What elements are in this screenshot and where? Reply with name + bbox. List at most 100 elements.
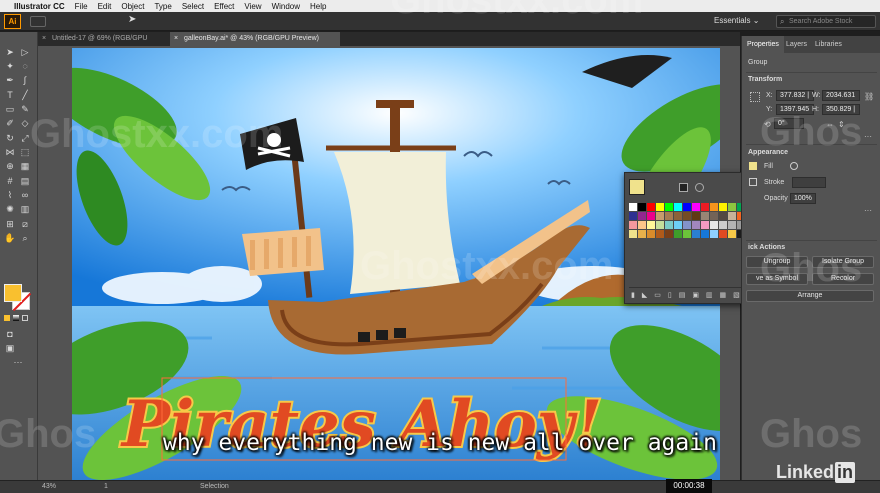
perspective-grid-tool-icon[interactable]: ▦ bbox=[19, 160, 31, 172]
color-swatch[interactable] bbox=[701, 212, 709, 220]
stroke-weight-field[interactable] bbox=[792, 177, 826, 188]
save-as-symbol-button[interactable]: ve as Symbol bbox=[746, 273, 808, 285]
shape-builder-tool-icon[interactable]: ⊕ bbox=[4, 160, 16, 172]
angle-field[interactable]: 0° bbox=[774, 118, 804, 129]
default-colors-icon[interactable] bbox=[4, 284, 10, 290]
eyedropper-tool-icon[interactable]: ⌇ bbox=[4, 189, 16, 201]
color-swatch[interactable] bbox=[692, 203, 700, 211]
doc-arrange-icon[interactable] bbox=[30, 16, 46, 27]
color-swatch[interactable] bbox=[638, 203, 646, 211]
color-swatch[interactable] bbox=[728, 230, 736, 238]
tab-untitled-17[interactable]: ×Untitled-17 @ 69% (RGB/GPU Preview) bbox=[38, 32, 170, 56]
tab-properties[interactable]: Properties bbox=[742, 36, 784, 53]
color-swatch[interactable] bbox=[683, 203, 691, 211]
pen-tool-icon[interactable]: ✒ bbox=[4, 74, 16, 86]
color-swatch[interactable] bbox=[701, 230, 709, 238]
app-menu[interactable]: Illustrator CC bbox=[14, 2, 65, 11]
y-field[interactable]: 1397.945 bbox=[776, 104, 814, 115]
color-swatch[interactable] bbox=[692, 221, 700, 229]
color-swatch[interactable] bbox=[656, 212, 664, 220]
magic-wand-tool-icon[interactable]: ✦ bbox=[4, 60, 16, 72]
symbol-sprayer-tool-icon[interactable]: ✺ bbox=[4, 203, 16, 215]
scale-tool-icon[interactable]: ⤢ bbox=[19, 132, 31, 144]
menu-type[interactable]: Type bbox=[154, 2, 171, 11]
color-mode-icon[interactable] bbox=[4, 315, 10, 321]
screen-mode-icon[interactable]: ▣ bbox=[4, 342, 16, 354]
color-swatch[interactable] bbox=[629, 230, 637, 238]
color-swatch[interactable] bbox=[638, 212, 646, 220]
menu-view[interactable]: View bbox=[244, 2, 261, 11]
color-swatch[interactable] bbox=[710, 230, 718, 238]
tab-layers[interactable]: Layers bbox=[781, 36, 812, 53]
gradient-tool-icon[interactable]: ▤ bbox=[19, 175, 31, 187]
more-tools-icon[interactable]: ··· bbox=[12, 356, 24, 368]
slice-tool-icon[interactable]: ⧄ bbox=[19, 218, 31, 230]
tab-libraries[interactable]: Libraries bbox=[810, 36, 847, 53]
eraser-tool-icon[interactable]: ◇ bbox=[19, 117, 31, 129]
color-swatch[interactable] bbox=[692, 212, 700, 220]
color-swatch[interactable] bbox=[710, 212, 718, 220]
color-swatch[interactable] bbox=[710, 203, 718, 211]
h-field[interactable]: 350.829 | bbox=[822, 104, 860, 115]
color-swatch[interactable] bbox=[665, 221, 673, 229]
color-swatch[interactable] bbox=[629, 221, 637, 229]
rotate-tool-icon[interactable]: ↻ bbox=[4, 132, 16, 144]
menu-select[interactable]: Select bbox=[182, 2, 204, 11]
color-swatch[interactable] bbox=[656, 203, 664, 211]
menu-help[interactable]: Help bbox=[310, 2, 326, 11]
color-swatch[interactable] bbox=[638, 230, 646, 238]
color-swatch[interactable] bbox=[665, 212, 673, 220]
color-swatch[interactable] bbox=[656, 221, 664, 229]
paintbrush-tool-icon[interactable]: ✎ bbox=[19, 103, 31, 115]
recolor-button[interactable]: Recolor bbox=[812, 273, 874, 285]
flip-vertical-icon[interactable]: ⇕ bbox=[838, 120, 845, 129]
color-swatch[interactable] bbox=[701, 203, 709, 211]
color-swatch[interactable] bbox=[692, 230, 700, 238]
color-swatch[interactable] bbox=[701, 221, 709, 229]
color-swatch[interactable] bbox=[710, 221, 718, 229]
color-swatch[interactable] bbox=[728, 221, 736, 229]
column-graph-tool-icon[interactable]: ▥ bbox=[19, 203, 31, 215]
color-swatch[interactable] bbox=[719, 203, 727, 211]
zoom-tool-icon[interactable]: ⌕ bbox=[19, 232, 31, 244]
color-swatch[interactable] bbox=[728, 212, 736, 220]
selection-tool-icon[interactable]: ➤ bbox=[4, 46, 16, 58]
color-swatch[interactable] bbox=[719, 230, 727, 238]
color-mixer-icon[interactable] bbox=[695, 183, 704, 192]
reference-point-icon[interactable] bbox=[750, 92, 760, 102]
gradient-mode-icon[interactable] bbox=[13, 315, 19, 321]
menu-window[interactable]: Window bbox=[272, 2, 300, 11]
color-swatch[interactable] bbox=[638, 221, 646, 229]
color-swatch[interactable] bbox=[665, 203, 673, 211]
close-icon[interactable]: × bbox=[42, 32, 46, 46]
color-swatch[interactable] bbox=[683, 212, 691, 220]
info-icon[interactable] bbox=[790, 162, 798, 170]
opacity-field[interactable]: 100% bbox=[790, 193, 816, 204]
x-field[interactable]: 377.832 | bbox=[776, 90, 814, 101]
close-icon[interactable]: × bbox=[174, 32, 178, 46]
fill-color-swatch[interactable] bbox=[749, 162, 757, 170]
isolate-group-button[interactable]: Isolate Group bbox=[812, 256, 874, 268]
color-swatch[interactable] bbox=[656, 230, 664, 238]
zoom-level[interactable]: 43% bbox=[42, 481, 56, 493]
color-swatch[interactable] bbox=[665, 230, 673, 238]
color-swatch[interactable] bbox=[683, 221, 691, 229]
more-options-icon[interactable]: ··· bbox=[864, 132, 872, 141]
menu-object[interactable]: Object bbox=[121, 2, 144, 11]
shaper-tool-icon[interactable]: ✐ bbox=[4, 117, 16, 129]
draw-mode-icon[interactable]: ◘ bbox=[4, 328, 16, 340]
mesh-tool-icon[interactable]: # bbox=[4, 175, 16, 187]
color-swatch[interactable] bbox=[674, 230, 682, 238]
color-swatch[interactable] bbox=[647, 221, 655, 229]
blend-tool-icon[interactable]: ∞ bbox=[19, 189, 31, 201]
lasso-tool-icon[interactable]: ◌ bbox=[19, 60, 31, 72]
artboard[interactable]: Pirates Ahoy! bbox=[72, 48, 720, 484]
flip-horizontal-icon[interactable]: ⇔ bbox=[826, 120, 834, 129]
type-tool-icon[interactable]: T bbox=[4, 89, 16, 101]
none-mode-icon[interactable] bbox=[22, 315, 28, 321]
color-swatch[interactable] bbox=[719, 212, 727, 220]
stroke-color-swatch[interactable] bbox=[749, 178, 757, 186]
artboard-tool-icon[interactable]: ⊞ bbox=[4, 218, 16, 230]
constrain-proportions-icon[interactable]: ⛓ bbox=[864, 92, 874, 101]
color-swatch[interactable] bbox=[647, 203, 655, 211]
